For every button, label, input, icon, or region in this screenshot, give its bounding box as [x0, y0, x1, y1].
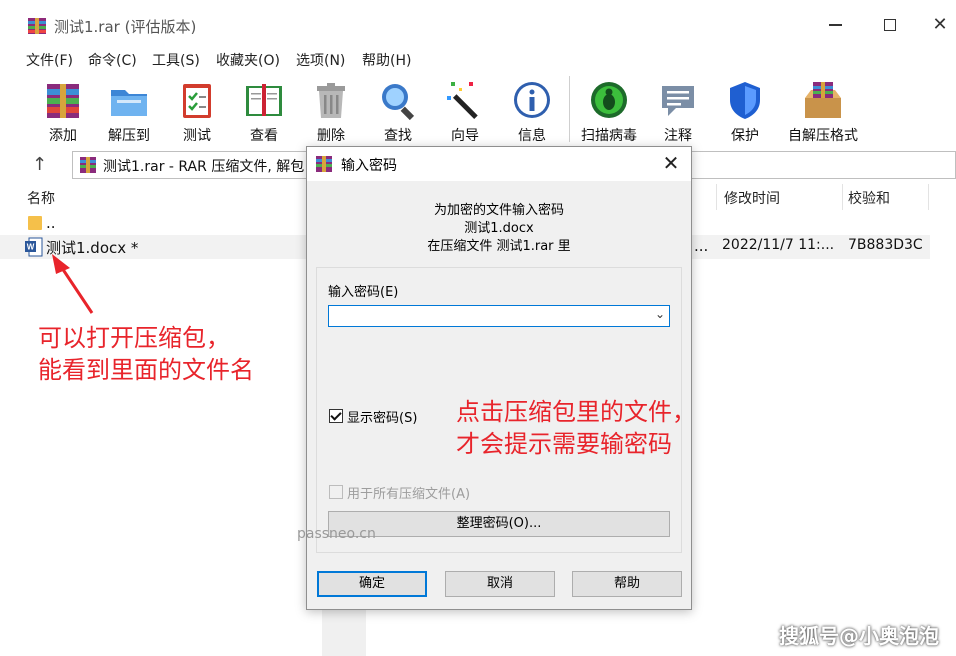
watermark: passneo.cn: [297, 526, 376, 542]
maximize-icon: [884, 19, 896, 31]
comment-icon: [662, 86, 694, 116]
close-icon: ✕: [662, 151, 680, 175]
minimize-icon: [828, 24, 842, 26]
organize-passwords-button[interactable]: 整理密码(O)...: [328, 511, 670, 537]
maximize-button[interactable]: [870, 10, 910, 40]
comment-button[interactable]: 注释: [643, 74, 713, 146]
extract-folder-icon: [111, 90, 147, 116]
add-label: 添加: [49, 128, 77, 144]
extract-to-label: 解压到: [108, 128, 150, 144]
file-hidden-column: ...: [694, 237, 709, 255]
file-name: 测试1.docx *: [46, 239, 139, 257]
path-text: 测试1.rar - RAR 压缩文件, 解包: [103, 159, 305, 175]
sfx-box-icon: [805, 82, 841, 118]
menu-favorites[interactable]: 收藏夹(O): [216, 50, 280, 70]
view-label: 查看: [250, 128, 278, 144]
annotation-left-line1: 可以打开压缩包，: [38, 324, 230, 352]
view-button[interactable]: 查看: [229, 74, 299, 146]
column-separator: [928, 184, 929, 210]
view-book-icon: [246, 84, 282, 116]
sfx-button[interactable]: 自解压格式: [778, 74, 868, 146]
trash-icon: [317, 83, 345, 118]
magnifier-icon: [382, 84, 415, 121]
close-icon: ✕: [932, 14, 948, 35]
ok-button[interactable]: 确定: [317, 571, 427, 597]
column-name[interactable]: 名称: [27, 188, 55, 208]
test-button[interactable]: 测试: [162, 74, 232, 146]
test-label: 测试: [183, 128, 211, 144]
annotation-right-line2: 才会提示需要输密码: [456, 430, 672, 458]
up-arrow-icon[interactable]: ↑: [32, 154, 47, 175]
menu-help[interactable]: 帮助(H): [362, 50, 411, 70]
word-document-icon: W: [25, 237, 43, 257]
title-bar: 测试1.rar (评估版本) ✕: [0, 0, 956, 48]
find-label: 查找: [384, 128, 412, 144]
folder-icon: [28, 216, 42, 230]
minimize-button[interactable]: [815, 10, 855, 40]
scan-virus-label: 扫描病毒: [581, 128, 637, 144]
dialog-close-button[interactable]: ✕: [659, 151, 683, 175]
winrar-icon: [316, 156, 332, 172]
comment-label: 注释: [664, 128, 692, 144]
dialog-title-bar: 输入密码 ✕: [307, 147, 691, 181]
show-password-label: 显示密码(S): [347, 411, 418, 426]
brand-watermark: 搜狐号@小奥泡泡: [779, 624, 939, 648]
toolbar-separator: [569, 76, 570, 142]
dialog-title: 输入密码: [341, 158, 397, 174]
protect-button[interactable]: 保护: [710, 74, 780, 146]
column-modified[interactable]: 修改时间: [724, 188, 780, 208]
close-window-button[interactable]: ✕: [920, 10, 956, 40]
annotation-left-line2: 能看到里面的文件名: [38, 356, 254, 384]
magic-wand-icon: [447, 82, 478, 120]
menu-options[interactable]: 选项(N): [296, 50, 345, 70]
column-separator: [716, 184, 717, 210]
file-modified: 2022/11/7 11:...: [722, 237, 835, 253]
menu-file[interactable]: 文件(F): [26, 50, 73, 70]
dialog-message-3: 在压缩文件 测试1.rar 里: [427, 239, 571, 254]
password-label: 输入密码(E): [328, 285, 399, 300]
show-password-checkbox[interactable]: [329, 409, 343, 423]
test-clipboard-icon: [183, 84, 211, 118]
help-button[interactable]: 帮助: [572, 571, 682, 597]
scan-virus-button[interactable]: 扫描病毒: [574, 74, 644, 146]
delete-button[interactable]: 删除: [296, 74, 366, 146]
protect-label: 保护: [731, 128, 759, 144]
wizard-button[interactable]: 向导: [430, 74, 500, 146]
file-checksum: 7B883D3C: [848, 237, 923, 253]
wizard-label: 向导: [451, 128, 479, 144]
annotation-right-line1: 点击压缩包里的文件，: [456, 398, 696, 426]
menu-commands[interactable]: 命令(C): [88, 50, 137, 70]
menu-bar: 文件(F) 命令(C) 工具(S) 收藏夹(O) 选项(N) 帮助(H): [0, 48, 956, 70]
find-button[interactable]: 查找: [363, 74, 433, 146]
extract-to-button[interactable]: 解压到: [94, 74, 164, 146]
svg-text:W: W: [27, 243, 35, 252]
column-checksum[interactable]: 校验和: [848, 188, 890, 208]
info-button[interactable]: 信息: [497, 74, 567, 146]
window-title: 测试1.rar (评估版本): [54, 18, 197, 36]
toolbar: 添加 解压到 测试 查看 删除 查找 向导 信息 扫描病毒 注释 保护 自解压格…: [0, 72, 956, 148]
dialog-message-1: 为加密的文件输入密码: [433, 203, 564, 218]
password-input[interactable]: ⌄: [328, 305, 670, 327]
virus-bug-icon: [591, 82, 627, 118]
use-for-all-archives-checkbox[interactable]: [329, 485, 343, 499]
chevron-down-icon[interactable]: ⌄: [655, 307, 665, 321]
shield-icon: [730, 82, 760, 119]
sfx-label: 自解压格式: [788, 128, 858, 144]
winrar-app-icon: [28, 18, 46, 34]
cancel-button[interactable]: 取消: [445, 571, 555, 597]
dialog-message-2: 测试1.docx: [464, 221, 534, 236]
file-name: ..: [46, 214, 56, 232]
delete-label: 删除: [317, 128, 345, 144]
info-label: 信息: [518, 128, 546, 144]
use-for-all-archives-label: 用于所有压缩文件(A): [347, 487, 471, 502]
column-separator: [842, 184, 843, 210]
menu-tools[interactable]: 工具(S): [152, 50, 200, 70]
add-archive-icon: [47, 84, 79, 118]
info-icon: [514, 82, 550, 118]
archive-icon: [80, 157, 96, 173]
add-button[interactable]: 添加: [28, 74, 98, 146]
